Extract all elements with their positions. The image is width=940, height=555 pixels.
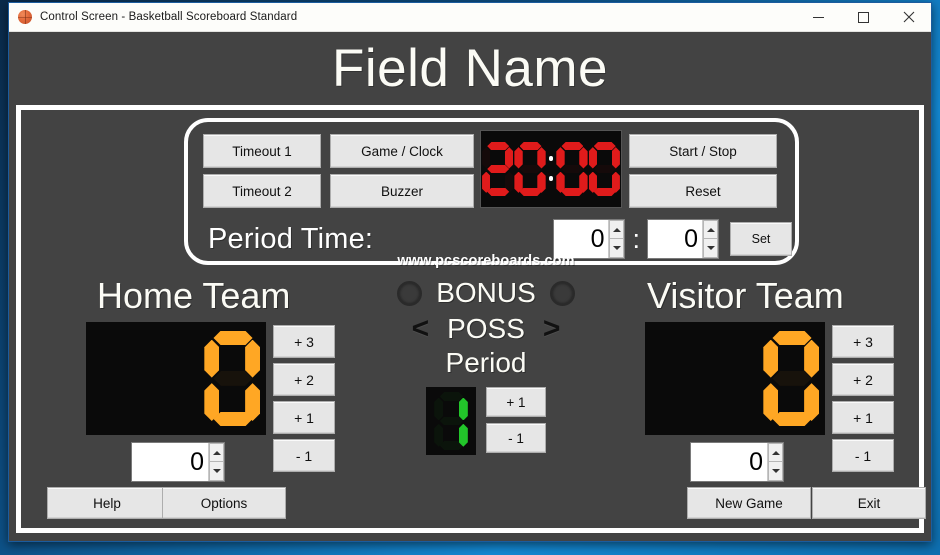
period-display xyxy=(426,387,476,455)
visitor-score-display xyxy=(645,322,825,435)
visitor-score-up-icon[interactable] xyxy=(768,443,783,462)
timeout-1-button[interactable]: Timeout 1 xyxy=(203,134,321,168)
home-plus-1-button[interactable]: + 1 xyxy=(273,401,335,434)
home-score-spinner[interactable]: 0 xyxy=(131,442,225,482)
visitor-bonus-indicator[interactable] xyxy=(549,280,575,306)
bonus-label: BONUS xyxy=(436,277,536,308)
white-frame-panel: Timeout 1 Timeout 2 Game / Clock Buzzer … xyxy=(16,105,926,533)
period-seconds-down-icon[interactable] xyxy=(703,239,718,258)
home-plus-3-button[interactable]: + 3 xyxy=(273,325,335,358)
options-button[interactable]: Options xyxy=(162,487,286,519)
home-plus-2-button[interactable]: + 2 xyxy=(273,363,335,396)
visitor-plus-3-button[interactable]: + 3 xyxy=(832,325,894,358)
period-seconds-arrows[interactable] xyxy=(702,220,718,258)
application-window: Control Screen - Basketball Scoreboard S… xyxy=(8,2,932,542)
set-period-time-button[interactable]: Set xyxy=(730,222,792,256)
buzzer-button[interactable]: Buzzer xyxy=(330,174,474,208)
home-score-spinner-arrows[interactable] xyxy=(208,443,224,481)
timeout-2-button[interactable]: Timeout 2 xyxy=(203,174,321,208)
poss-left-arrow-icon[interactable]: < xyxy=(412,314,430,344)
poss-right-arrow-icon[interactable]: > xyxy=(543,314,561,344)
close-button[interactable] xyxy=(886,3,931,31)
visitor-team-title: Visitor Team xyxy=(647,275,844,316)
header-band: Field Name xyxy=(9,32,931,105)
visitor-score-buttons: + 3 + 2 + 1 - 1 xyxy=(832,325,894,472)
home-score-down-icon[interactable] xyxy=(209,462,224,481)
period-label: Period xyxy=(445,347,527,378)
period-plus-1-button[interactable]: + 1 xyxy=(486,387,546,417)
visitor-score-spinner-arrows[interactable] xyxy=(767,443,783,481)
home-bonus-indicator[interactable] xyxy=(397,280,423,306)
website-label: www.pcscoreboards.com xyxy=(397,253,575,269)
help-button[interactable]: Help xyxy=(47,487,167,519)
maximize-button[interactable] xyxy=(841,3,886,31)
title-bar: Control Screen - Basketball Scoreboard S… xyxy=(9,3,931,32)
visitor-plus-2-button[interactable]: + 2 xyxy=(832,363,894,396)
visitor-plus-1-button[interactable]: + 1 xyxy=(832,401,894,434)
period-seconds-up-icon[interactable] xyxy=(703,220,718,239)
period-seconds-value: 0 xyxy=(684,224,698,253)
window-controls xyxy=(796,3,931,31)
possession-row: < POSS > xyxy=(371,313,601,345)
field-name-title: Field Name xyxy=(332,39,608,98)
game-clock-button[interactable]: Game / Clock xyxy=(330,134,474,168)
home-team-title: Home Team xyxy=(97,275,291,316)
home-score-display xyxy=(86,322,266,435)
window-title: Control Screen - Basketball Scoreboard S… xyxy=(40,11,298,23)
period-control-row: + 1 - 1 xyxy=(426,387,546,455)
home-score-spinner-value: 0 xyxy=(190,447,204,476)
period-minus-1-button[interactable]: - 1 xyxy=(486,423,546,453)
period-minutes-arrows[interactable] xyxy=(608,220,625,258)
period-buttons: + 1 - 1 xyxy=(486,387,546,453)
poss-label: POSS xyxy=(447,313,525,344)
period-minutes-down-icon[interactable] xyxy=(609,239,625,258)
main-body: Timeout 1 Timeout 2 Game / Clock Buzzer … xyxy=(9,105,931,541)
visitor-score-down-icon[interactable] xyxy=(768,462,783,481)
home-score-buttons: + 3 + 2 + 1 - 1 xyxy=(273,325,335,472)
reset-button[interactable]: Reset xyxy=(629,174,777,208)
visitor-score-spinner-value: 0 xyxy=(749,447,763,476)
visitor-score-spinner[interactable]: 0 xyxy=(690,442,784,482)
period-time-label: Period Time: xyxy=(208,222,374,255)
exit-button[interactable]: Exit xyxy=(812,487,926,519)
game-clock-display xyxy=(480,130,622,208)
period-minutes-up-icon[interactable] xyxy=(609,220,625,239)
home-score-up-icon[interactable] xyxy=(209,443,224,462)
period-seconds-spinner[interactable]: 0 xyxy=(647,219,719,259)
new-game-button[interactable]: New Game xyxy=(687,487,811,519)
start-stop-button[interactable]: Start / Stop xyxy=(629,134,777,168)
time-separator: : xyxy=(632,223,640,254)
visitor-minus-1-button[interactable]: - 1 xyxy=(832,439,894,472)
minimize-button[interactable] xyxy=(796,3,841,31)
center-column: www.pcscoreboards.com BONUS < POSS > Per… xyxy=(371,253,601,455)
home-minus-1-button[interactable]: - 1 xyxy=(273,439,335,472)
basketball-icon xyxy=(18,10,32,24)
clock-control-group: Timeout 1 Timeout 2 Game / Clock Buzzer … xyxy=(184,118,799,265)
bonus-row: BONUS xyxy=(371,277,601,309)
